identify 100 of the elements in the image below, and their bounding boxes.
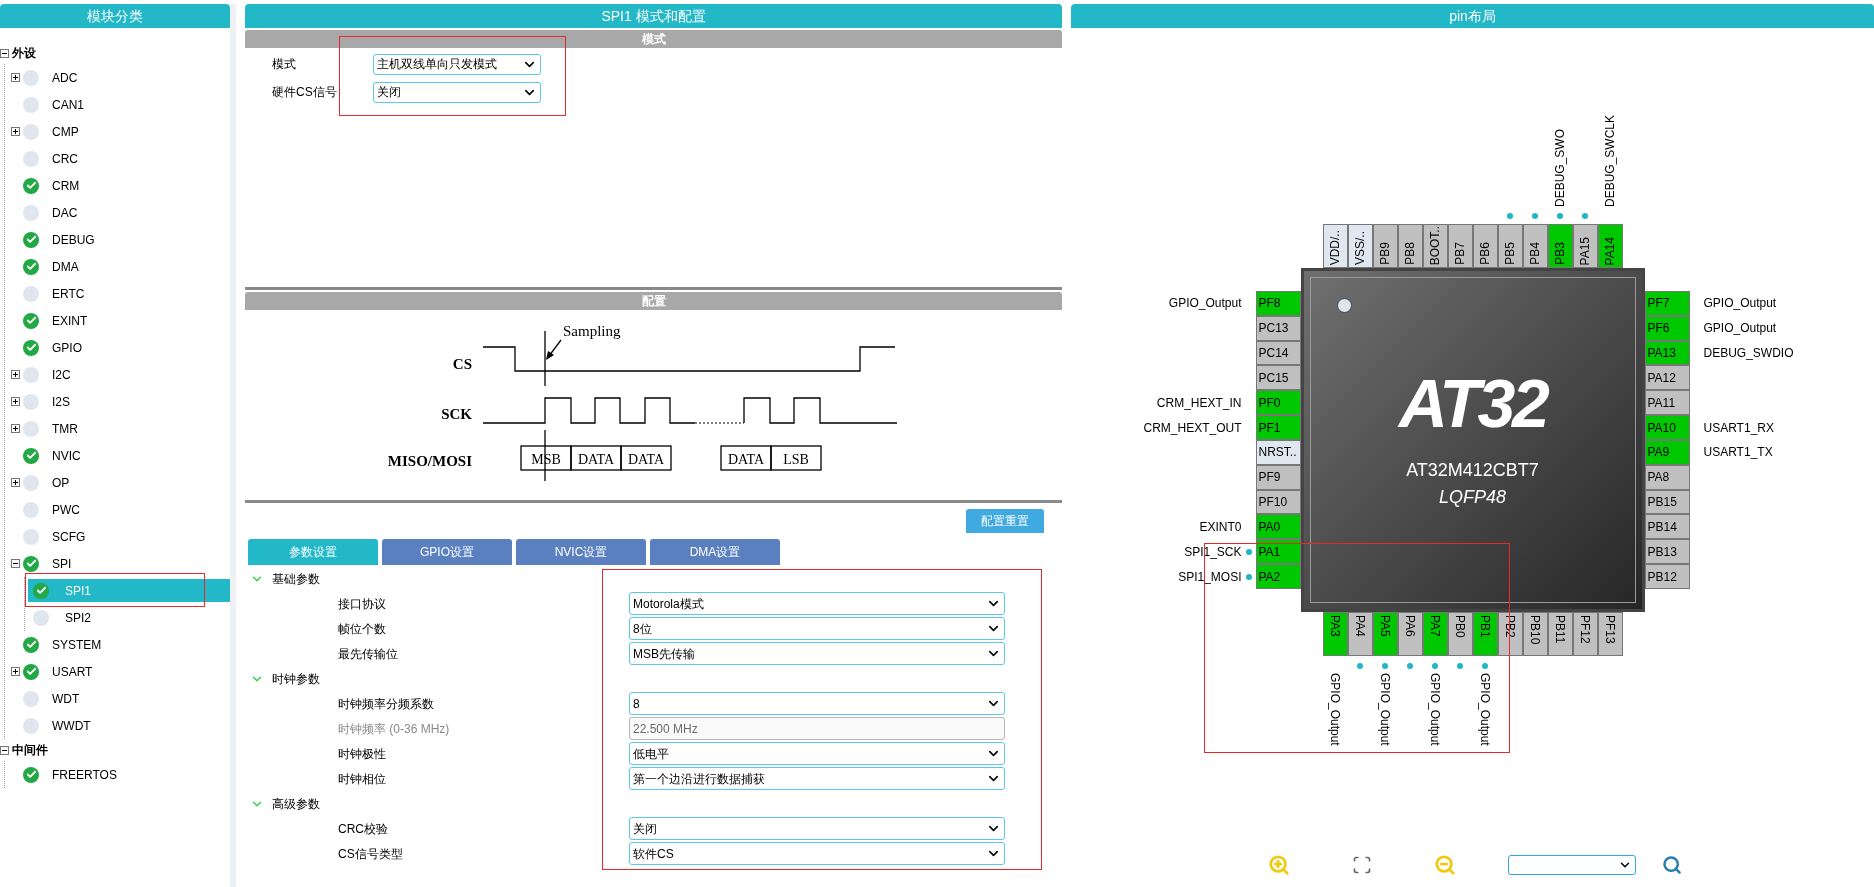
tab[interactable]: DMA设置 xyxy=(650,539,780,565)
tree-item[interactable]: DMA xyxy=(20,255,230,278)
pin[interactable]: PF12 xyxy=(1572,612,1598,656)
tree-item[interactable]: ADC xyxy=(20,66,230,89)
collapse-icon[interactable] xyxy=(10,559,20,568)
tree-item[interactable]: I2S xyxy=(20,390,230,413)
pin[interactable]: PB6 xyxy=(1472,224,1498,268)
pin[interactable]: PA11 xyxy=(1644,390,1690,416)
tree-item[interactable]: PWC xyxy=(20,498,230,521)
tab[interactable]: GPIO设置 xyxy=(382,539,512,565)
pin[interactable]: PF7 xyxy=(1644,291,1690,316)
pin[interactable]: NRST.. xyxy=(1255,439,1301,465)
tree-item[interactable]: CRC xyxy=(20,147,230,170)
pin[interactable]: PA14 xyxy=(1597,224,1623,268)
pin[interactable]: PF1 xyxy=(1255,415,1301,440)
tree-item[interactable]: I2C xyxy=(20,363,230,386)
pin[interactable]: PB0 xyxy=(1447,612,1473,656)
dropdown-field[interactable]: 8位 xyxy=(629,617,1005,640)
tree-item[interactable]: DEBUG xyxy=(20,228,230,251)
expand-icon[interactable] xyxy=(10,370,20,379)
pin[interactable]: PC15 xyxy=(1255,365,1301,391)
tree-item[interactable]: CAN1 xyxy=(20,93,230,116)
dropdown-field[interactable]: 软件CS xyxy=(629,842,1005,865)
tree-group[interactable]: 外设 xyxy=(12,44,36,62)
pin[interactable]: PA5 xyxy=(1372,612,1398,656)
pin[interactable]: PA0 xyxy=(1255,514,1301,540)
pin[interactable]: PB5 xyxy=(1497,224,1523,268)
tree-item[interactable]: NVIC xyxy=(20,444,230,467)
pin[interactable]: PB3 xyxy=(1547,224,1573,268)
expand-icon[interactable] xyxy=(10,73,20,82)
tree-item[interactable]: OP xyxy=(20,471,230,494)
pin[interactable]: PB1 xyxy=(1472,612,1498,656)
dropdown-field[interactable]: 关闭 xyxy=(373,81,541,103)
pin[interactable]: PF8 xyxy=(1255,291,1301,316)
pin[interactable]: PB11 xyxy=(1547,612,1573,656)
expand-icon[interactable] xyxy=(10,397,20,406)
tree-item[interactable]: CRM xyxy=(20,174,230,197)
pin[interactable]: PC13 xyxy=(1255,315,1301,341)
dropdown-field[interactable]: MSB先传输 xyxy=(629,642,1005,665)
dropdown-field[interactable]: 低电平 xyxy=(629,742,1005,765)
tree-item[interactable]: CMP xyxy=(20,120,230,143)
tree-item[interactable]: SCFG xyxy=(20,525,230,548)
tree-item[interactable]: WDT xyxy=(20,687,230,710)
dropdown-field[interactable]: 关闭 xyxy=(629,817,1005,840)
fit-screen-icon[interactable] xyxy=(1352,855,1372,875)
pin[interactable]: PF10 xyxy=(1255,489,1301,515)
pin[interactable]: PF0 xyxy=(1255,390,1301,416)
field-label: 硬件CS信号 xyxy=(271,84,338,101)
pin[interactable]: PB7 xyxy=(1447,224,1473,268)
dropdown-field[interactable]: 8 xyxy=(629,692,1005,715)
tree-item[interactable]: SPI xyxy=(20,552,230,575)
pin[interactable]: PA10 xyxy=(1644,415,1690,440)
pin[interactable]: PA12 xyxy=(1644,365,1690,391)
pin[interactable]: PB8 xyxy=(1397,224,1423,268)
pin[interactable]: PA7 xyxy=(1422,612,1448,656)
arrow xyxy=(546,339,562,360)
pin-signal-label: DEBUG_SWDIO xyxy=(1703,345,1794,363)
pin[interactable]: PB9 xyxy=(1372,224,1398,268)
dropdown-field[interactable]: 第一个边沿进行数据捕获 xyxy=(629,767,1005,790)
expand-icon[interactable] xyxy=(10,478,20,487)
tree-item[interactable]: FREERTOS xyxy=(20,763,230,786)
tab[interactable]: NVIC设置 xyxy=(516,539,646,565)
tree-item[interactable]: USART xyxy=(20,660,230,683)
pin[interactable]: PB12 xyxy=(1644,564,1690,589)
tree-item[interactable]: DAC xyxy=(20,201,230,224)
pin[interactable]: BOOT.. xyxy=(1422,224,1448,268)
tree-item[interactable]: SPI2 xyxy=(28,606,230,629)
pin[interactable]: PA2 xyxy=(1255,564,1301,589)
tree-item[interactable]: GPIO xyxy=(20,336,230,359)
dropdown-field[interactable]: Motorola模式 xyxy=(629,592,1005,615)
tree-group[interactable]: 中间件 xyxy=(12,741,48,759)
pin[interactable]: PB10 xyxy=(1522,612,1548,656)
expand-icon[interactable] xyxy=(10,127,20,136)
pin[interactable]: PA6 xyxy=(1397,612,1423,656)
pin[interactable]: PB14 xyxy=(1644,514,1690,540)
tree-item[interactable]: TMR xyxy=(20,417,230,440)
pin[interactable]: PA1 xyxy=(1255,539,1301,565)
pin[interactable]: PA3 xyxy=(1322,612,1348,656)
pin[interactable]: PC14 xyxy=(1255,340,1301,366)
tree-item[interactable]: ERTC xyxy=(20,282,230,305)
tree-item[interactable]: SYSTEM xyxy=(20,633,230,656)
pin[interactable]: PB13 xyxy=(1644,539,1690,565)
collapse-icon[interactable] xyxy=(0,48,9,58)
tree-item[interactable]: WWDT xyxy=(20,714,230,737)
pin[interactable]: VSS/.. xyxy=(1347,224,1373,268)
bit-label: DATA xyxy=(727,452,765,467)
param-label: 时钟频率分频系数 xyxy=(337,695,435,713)
dropdown-field[interactable] xyxy=(1508,855,1636,875)
tree-item[interactable]: EXINT xyxy=(20,309,230,332)
pin[interactable]: VDD/.. xyxy=(1322,224,1348,268)
collapse-icon[interactable] xyxy=(0,745,9,755)
expand-icon[interactable] xyxy=(10,667,20,676)
dropdown-field[interactable]: 主机双线单向只发模式 xyxy=(373,53,541,75)
search-icon[interactable] xyxy=(1662,855,1682,875)
pin[interactable]: PA4 xyxy=(1347,612,1373,656)
pin[interactable]: PB4 xyxy=(1522,224,1548,268)
expand-icon[interactable] xyxy=(10,424,20,433)
pin[interactable]: PF13 xyxy=(1597,612,1623,656)
pin[interactable]: PF9 xyxy=(1255,464,1301,490)
pin[interactable]: PA15 xyxy=(1572,224,1598,268)
